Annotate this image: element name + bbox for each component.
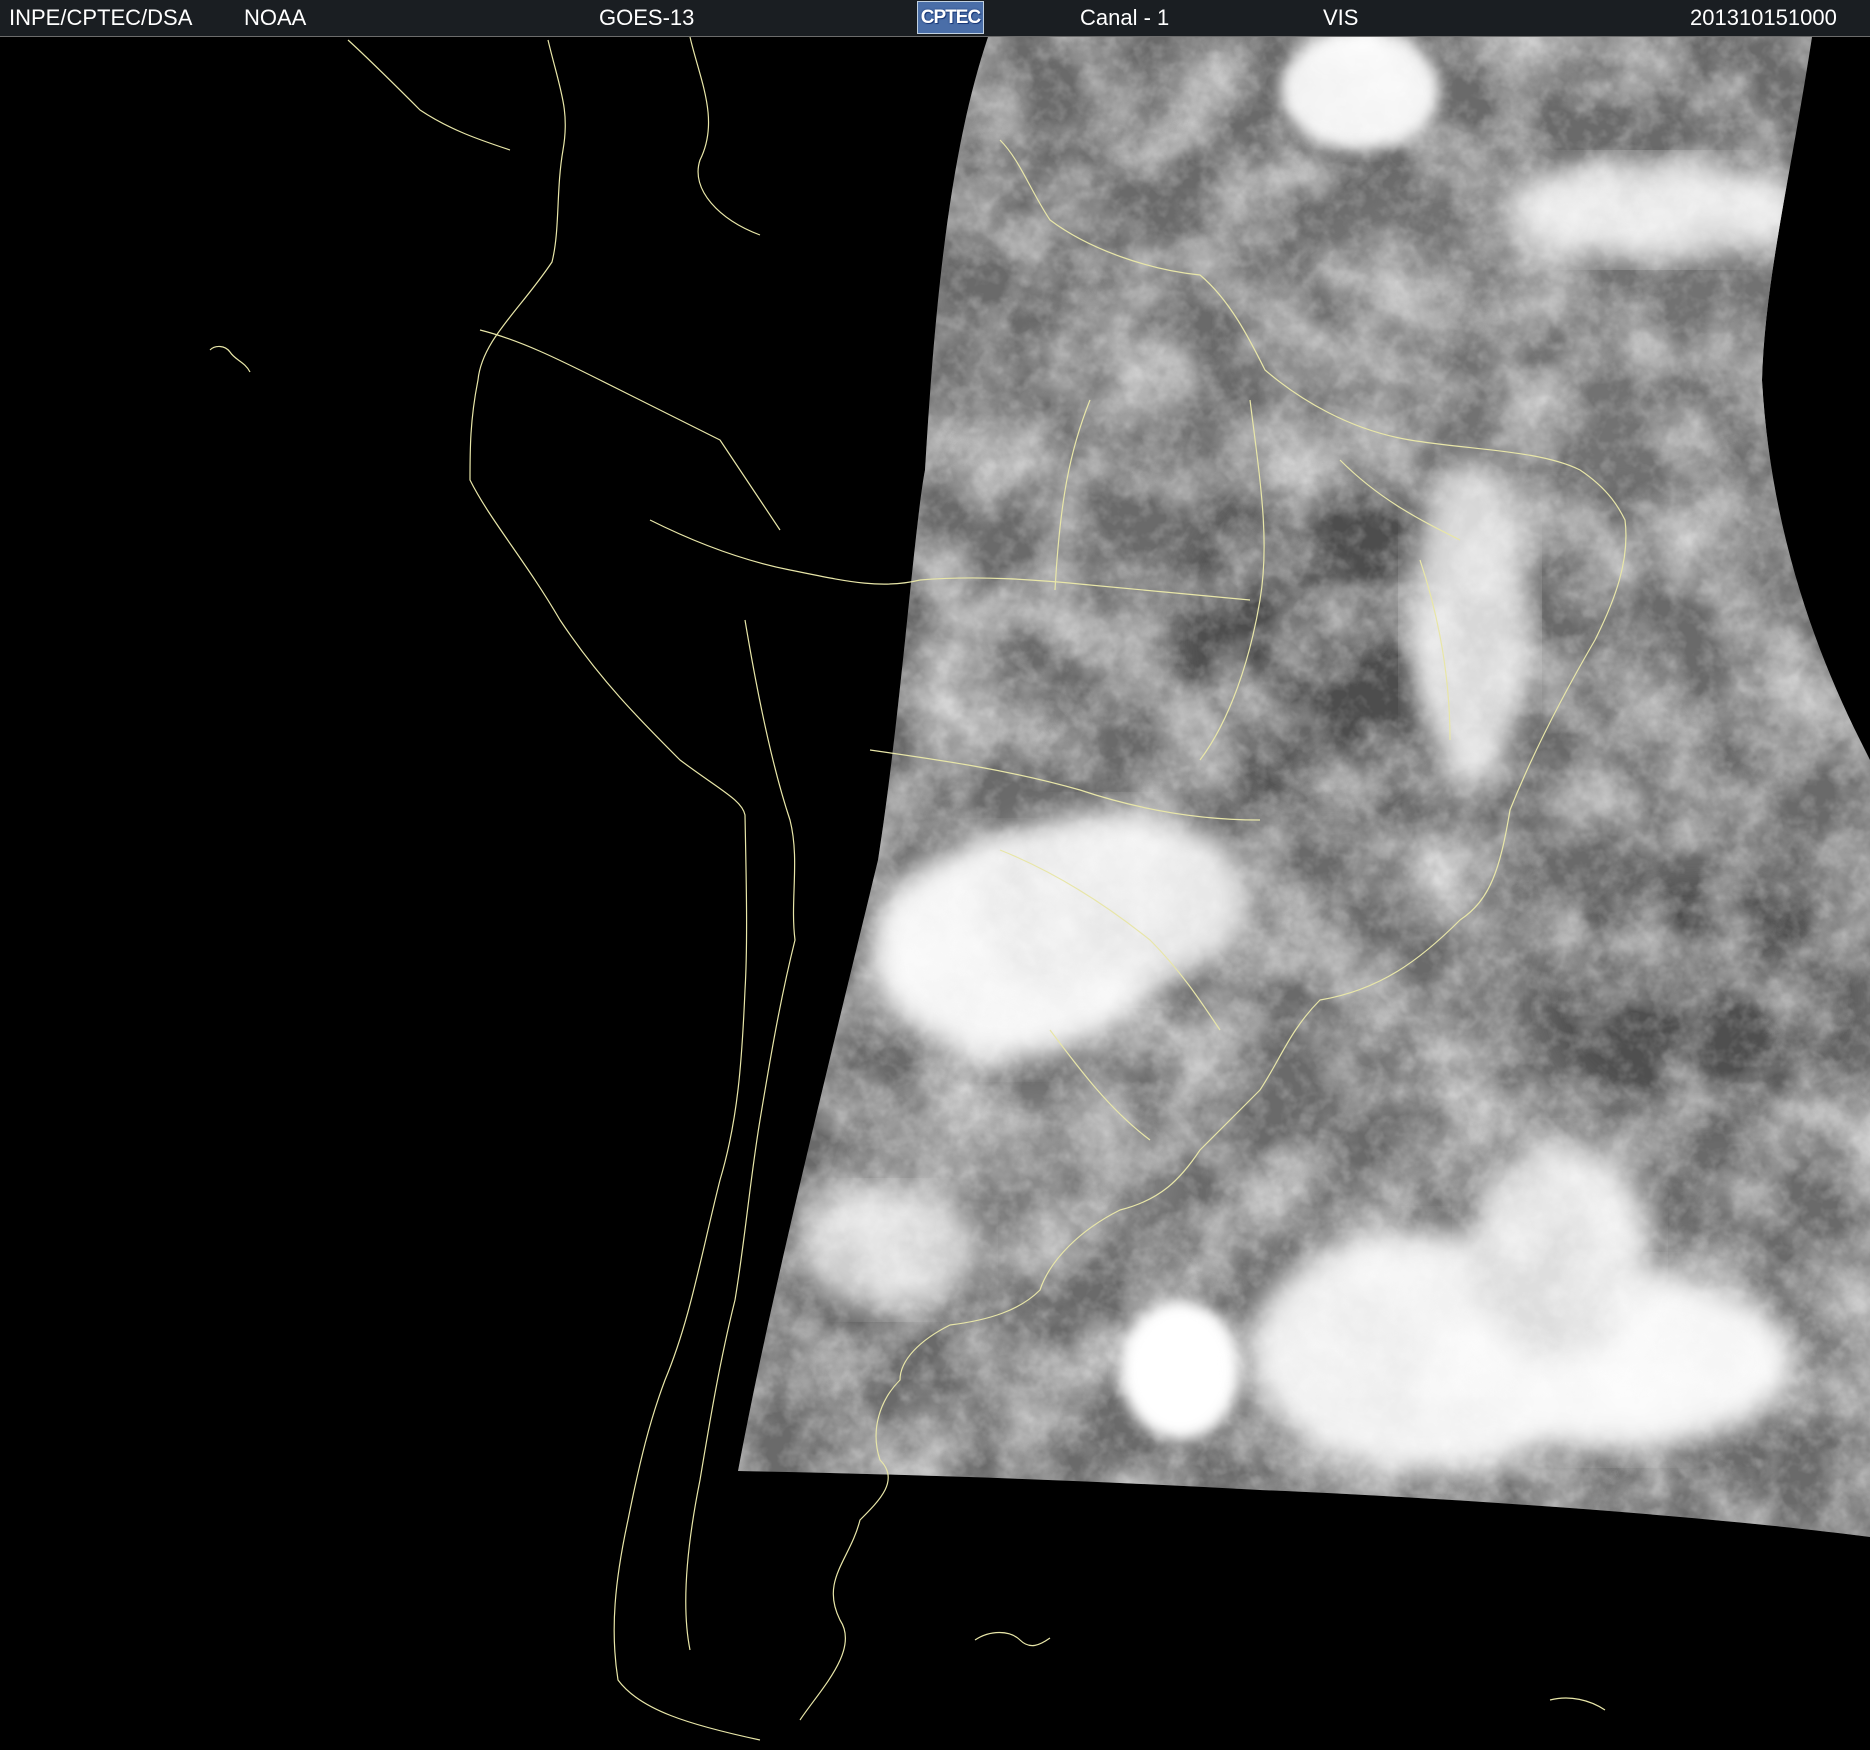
band-label: VIS: [1323, 5, 1359, 30]
source-label: NOAA: [244, 5, 307, 30]
image-header-bar: INPE/CPTEC/DSA NOAA GOES-13 CPTEC Canal …: [0, 0, 1870, 37]
satellite-swath: [738, 37, 1870, 1537]
satellite-image: [0, 37, 1870, 1750]
agency-label: INPE/CPTEC/DSA: [9, 5, 193, 30]
timestamp-label: 201310151000: [1690, 5, 1837, 30]
satellite-label: GOES-13: [599, 5, 695, 30]
cptec-logo: CPTEC: [917, 1, 984, 34]
satellite-image-svg: [209, 37, 1870, 1741]
cptec-logo-text: CPTEC: [920, 7, 981, 28]
channel-label: Canal - 1: [1080, 5, 1170, 30]
